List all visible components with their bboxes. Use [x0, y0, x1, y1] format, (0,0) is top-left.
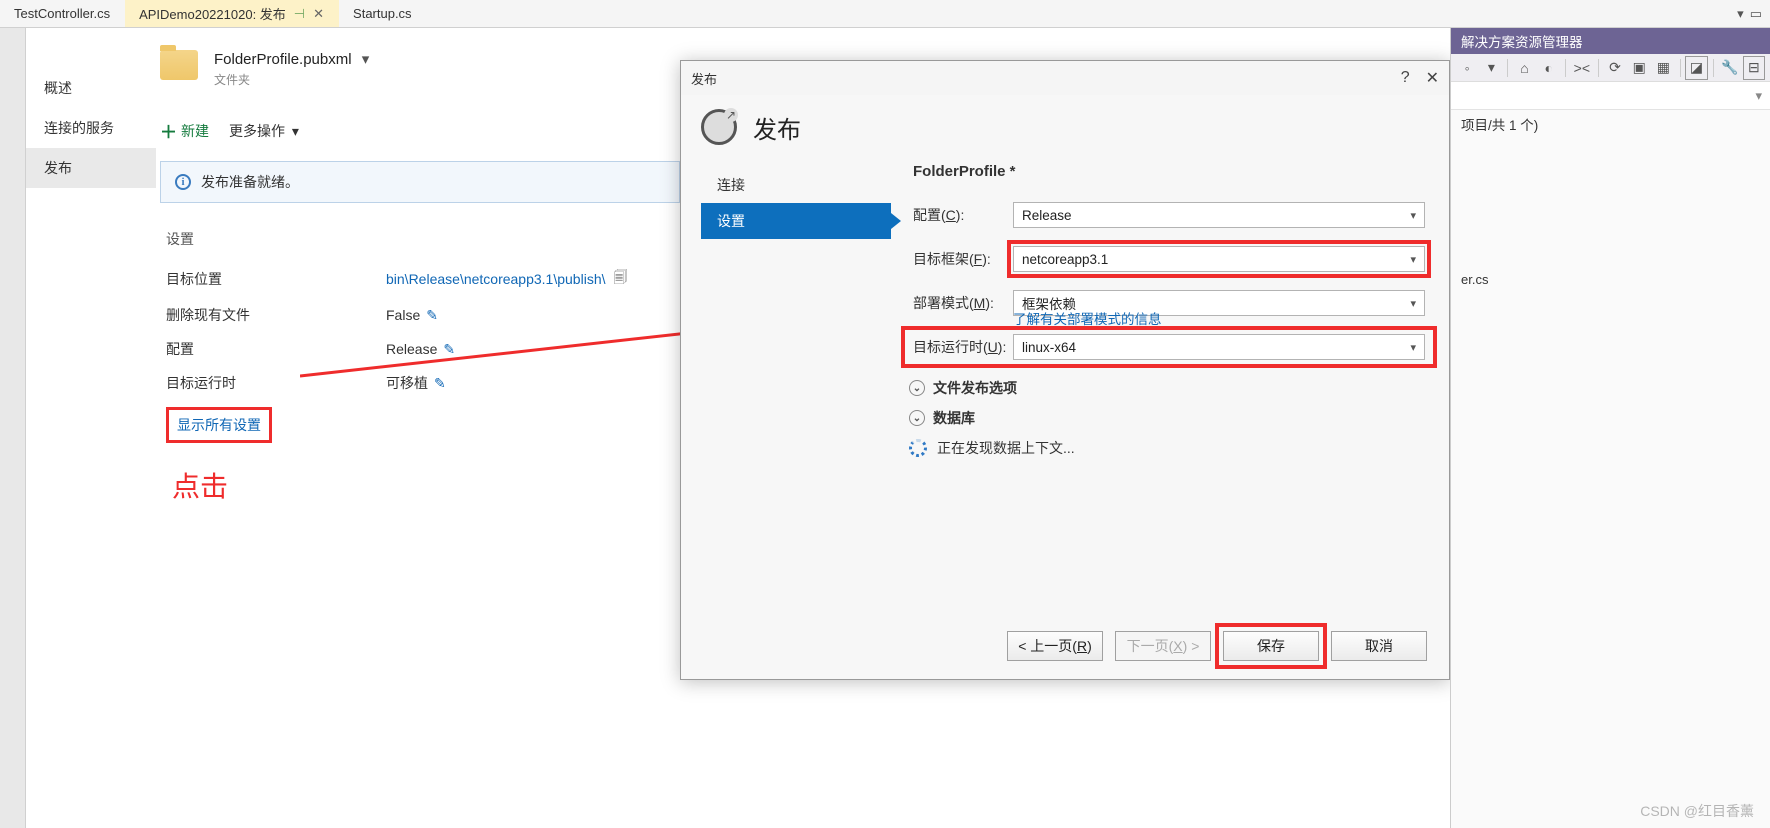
chevron-down-icon: ▾: [1410, 341, 1416, 354]
info-icon: i: [175, 174, 191, 190]
properties-icon[interactable]: ◪: [1686, 57, 1706, 79]
dialog-footer: < 上一页(R) 下一页(X) > 保存 取消: [681, 619, 1449, 679]
globe-publish-icon: [701, 109, 737, 145]
dialog-heading: 发布: [753, 110, 801, 145]
chevron-down-icon: ⌄: [909, 410, 925, 426]
framework-field[interactable]: netcoreapp3.1 ▾: [1013, 246, 1425, 272]
forward-icon[interactable]: ▾: [1481, 57, 1501, 79]
profile-sub: 文件夹: [214, 71, 369, 88]
config-value: Release: [386, 341, 437, 357]
runtime-value: 可移植: [386, 373, 428, 393]
solution-count: 项目/共 1 个): [1451, 110, 1770, 138]
cancel-button[interactable]: 取消: [1331, 631, 1427, 661]
settings-block: 设置 目标位置 bin\Release\netcoreapp3.1\publis…: [160, 229, 680, 505]
chevron-down-icon: ▾: [1410, 297, 1416, 310]
brackets-icon[interactable]: ><: [1572, 57, 1592, 79]
plus-icon: ＋: [160, 118, 177, 143]
window-icon[interactable]: ▭: [1750, 6, 1762, 22]
refresh-icon[interactable]: ⟳: [1605, 57, 1625, 79]
runtime-field-label: 目标运行时(U):: [913, 337, 1013, 357]
runtime-label: 目标运行时: [166, 373, 386, 393]
nav-services[interactable]: 连接的服务: [26, 108, 156, 148]
file-item[interactable]: er.cs: [1451, 268, 1770, 291]
chevron-down-icon[interactable]: ▾: [362, 51, 370, 68]
config-field-label: 配置(C):: [913, 205, 1013, 225]
dialog-body: 发布 连接 设置 FolderProfile * 配置(C): Release …: [681, 95, 1449, 619]
help-icon[interactable]: ?: [1401, 69, 1410, 87]
solution-explorer-title: 解决方案资源管理器: [1451, 28, 1770, 54]
home-icon[interactable]: ⌂: [1514, 57, 1534, 79]
left-gutter: [0, 28, 26, 828]
folder-icon: [160, 50, 198, 80]
sidebar-item-settings[interactable]: 设置: [701, 203, 891, 239]
main-content: FolderProfile.pubxml ▾ 文件夹 ＋ 新建 更多操作 ▾ i…: [160, 50, 680, 505]
tab-publish[interactable]: APIDemo20221020: 发布 ⊣ ✕: [125, 0, 339, 27]
file-publish-options-expander[interactable]: ⌄ 文件发布选项: [909, 378, 1425, 398]
new-button[interactable]: ＋ 新建: [160, 118, 209, 143]
watermark: CSDN @红目香薰: [1640, 801, 1754, 821]
config-field[interactable]: Release ▾: [1013, 202, 1425, 228]
dialog-form: FolderProfile * 配置(C): Release ▾ 目标框架(F)…: [891, 163, 1425, 619]
next-button: 下一页(X) >: [1115, 631, 1211, 661]
tab-startup[interactable]: Startup.cs: [339, 0, 427, 27]
prev-button[interactable]: < 上一页(R): [1007, 631, 1103, 661]
loading-row: 正在发现数据上下文...: [909, 438, 1425, 458]
banner-text: 发布准备就绪。: [201, 172, 299, 192]
tab-label: APIDemo20221020: 发布: [139, 4, 286, 23]
settings-heading: 设置: [166, 229, 680, 249]
solution-explorer-toolbar: ◦ ▾ ⌂ ◐ >< ⟳ ▣ ▦ ◪ 🔧 ⊟: [1451, 54, 1770, 82]
database-expander[interactable]: ⌄ 数据库: [909, 408, 1425, 428]
edit-icon[interactable]: ✎: [426, 307, 438, 324]
chevron-down-icon: ⌄: [909, 380, 925, 396]
showall-icon[interactable]: ▦: [1653, 57, 1673, 79]
tab-testcontroller[interactable]: TestController.cs: [0, 0, 125, 27]
close-icon[interactable]: ✕: [313, 6, 324, 22]
back-icon[interactable]: ◦: [1457, 57, 1477, 79]
left-nav: 概述 连接的服务 发布: [26, 28, 156, 188]
search-dropdown-icon[interactable]: ▾: [1755, 88, 1762, 104]
chevron-down-icon: ▾: [1410, 209, 1416, 222]
mode-field-label: 部署模式(M):: [913, 293, 1013, 313]
info-banner: i 发布准备就绪。: [160, 161, 680, 203]
dropdown-icon[interactable]: ▾: [1737, 6, 1744, 22]
more-actions[interactable]: 更多操作 ▾: [229, 121, 299, 141]
wrench-icon[interactable]: 🔧: [1720, 57, 1740, 79]
sidebar-item-connection[interactable]: 连接: [701, 167, 891, 203]
nav-publish[interactable]: 发布: [26, 148, 156, 188]
pin-icon[interactable]: ⊟: [1744, 57, 1764, 79]
annotation-click: 点击: [172, 465, 680, 505]
runtime-field[interactable]: linux-x64 ▾: [1013, 334, 1425, 360]
dialog-title: 发布: [691, 69, 717, 88]
solution-explorer: 解决方案资源管理器 ◦ ▾ ⌂ ◐ >< ⟳ ▣ ▦ ◪ 🔧 ⊟ ▾ 项目/共 …: [1450, 28, 1770, 828]
copy-icon[interactable]: 🗐: [614, 267, 628, 291]
config-label: 配置: [166, 339, 386, 359]
nav-overview[interactable]: 概述: [26, 68, 156, 108]
chevron-down-icon: ▾: [1410, 253, 1416, 266]
profile-file[interactable]: FolderProfile.pubxml ▾: [214, 50, 369, 68]
delete-existing-label: 删除现有文件: [166, 305, 386, 325]
pin-icon[interactable]: ⊣: [294, 6, 305, 22]
target-location-label: 目标位置: [166, 269, 386, 289]
target-location-value[interactable]: bin\Release\netcoreapp3.1\publish\: [386, 271, 606, 287]
edit-icon[interactable]: ✎: [434, 375, 446, 392]
tab-bar: TestController.cs APIDemo20221020: 发布 ⊣ …: [0, 0, 1770, 28]
collapse-icon[interactable]: ▣: [1629, 57, 1649, 79]
sync-icon[interactable]: ◐: [1539, 57, 1559, 79]
delete-existing-value: False: [386, 307, 420, 323]
tab-end-controls: ▾ ▭: [1729, 0, 1770, 27]
annotation-box: 显示所有设置: [166, 407, 272, 443]
edit-icon[interactable]: ✎: [443, 341, 455, 358]
chevron-down-icon: ▾: [292, 123, 299, 139]
framework-field-label: 目标框架(F):: [913, 249, 1013, 269]
dialog-sidebar: 连接 设置: [701, 163, 891, 619]
show-all-settings-link[interactable]: 显示所有设置: [177, 417, 261, 433]
solution-search[interactable]: ▾: [1451, 82, 1770, 110]
spinner-icon: [909, 439, 927, 457]
dialog-form-title: FolderProfile *: [913, 163, 1425, 180]
save-button[interactable]: 保存: [1223, 631, 1319, 661]
dialog-close-icon[interactable]: ✕: [1426, 68, 1439, 88]
dialog-titlebar: 发布 ? ✕: [681, 61, 1449, 95]
publish-dialog: 发布 ? ✕ 发布 连接 设置 FolderProfile * 配置(C): R…: [680, 60, 1450, 680]
